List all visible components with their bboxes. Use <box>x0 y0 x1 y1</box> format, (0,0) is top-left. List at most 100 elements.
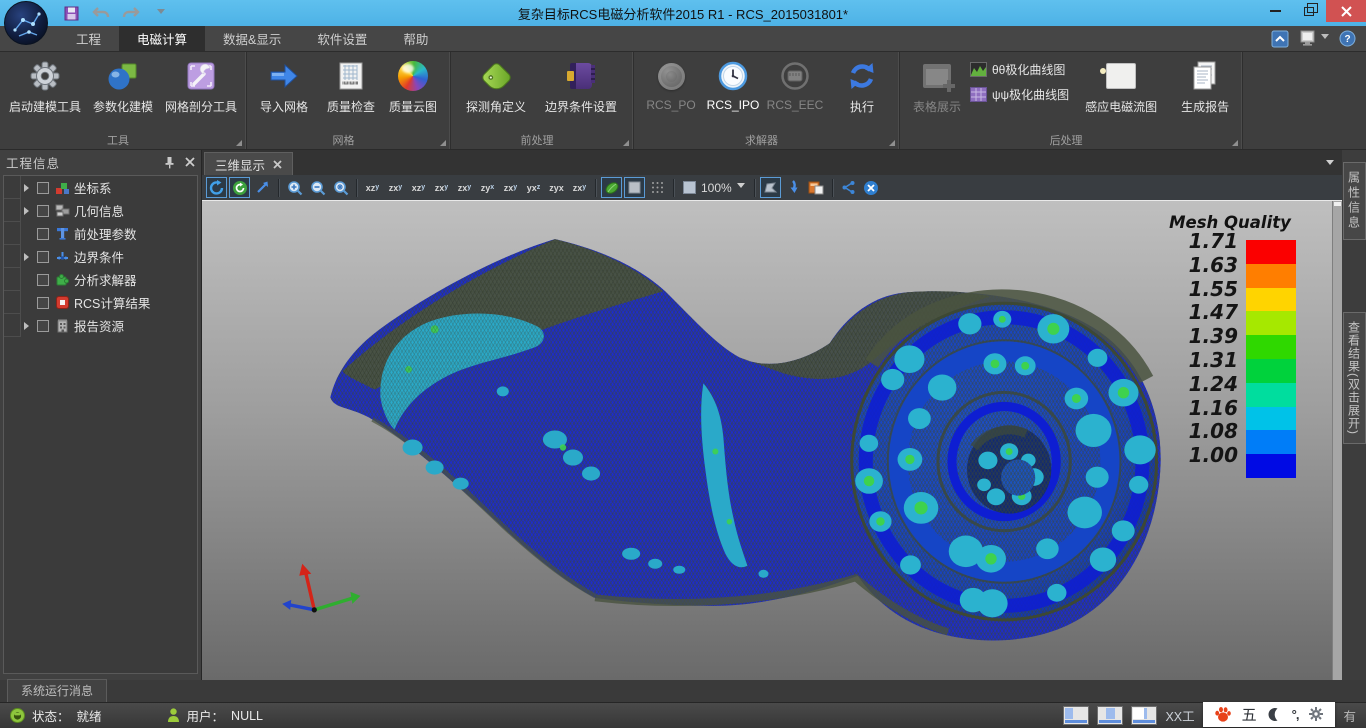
view-orientation-button[interactable]: xzy <box>408 177 429 198</box>
tree-checkbox[interactable] <box>37 297 49 309</box>
tree-item-geometry-info[interactable]: 几何信息 <box>4 199 197 222</box>
tree-item-coordinate-system[interactable]: 坐标系 <box>4 176 197 199</box>
expand-arrow-icon[interactable] <box>24 253 33 261</box>
button-label: 感应电磁流图 <box>1085 98 1157 115</box>
group-expand-icon[interactable] <box>889 140 895 146</box>
polygon-select-button[interactable] <box>760 177 781 198</box>
tree-item-preprocess-params[interactable]: 前处理参数 <box>4 222 197 245</box>
generate-report-button[interactable]: 生成报告 <box>1174 55 1236 115</box>
expand-arrow-icon[interactable] <box>24 322 33 330</box>
zoom-fit-button[interactable] <box>330 177 351 198</box>
display-mode-button[interactable] <box>1299 30 1329 47</box>
tree-checkbox[interactable] <box>37 228 49 240</box>
legend-color-band <box>1246 359 1296 383</box>
tab-3d-display[interactable]: 三维显示 <box>204 152 293 175</box>
ime-paw-icon[interactable] <box>1214 706 1232 723</box>
view-orientation-button[interactable]: zxy <box>431 177 452 198</box>
tab-property-info[interactable]: 属性信息 <box>1343 162 1366 240</box>
arrow-down-button[interactable] <box>783 177 804 198</box>
minimize-button[interactable] <box>1258 0 1292 22</box>
solver-rcs-po-button[interactable]: RCS_PO <box>640 55 702 112</box>
solver-rcs-ipo-button[interactable]: RCS_IPO <box>702 55 764 112</box>
view-orientation-button[interactable]: zxy <box>454 177 475 198</box>
close-button[interactable] <box>1326 0 1366 22</box>
tree-checkbox[interactable] <box>37 320 49 332</box>
refresh-view-button[interactable] <box>229 177 250 198</box>
expand-arrow-icon[interactable] <box>24 207 33 215</box>
window-copy-button[interactable] <box>806 177 827 198</box>
tab-close-icon[interactable] <box>273 160 282 169</box>
restore-button[interactable] <box>1292 0 1326 22</box>
tree-item-boundary-conditions[interactable]: 边界条件 <box>4 245 197 268</box>
view-orientation-button[interactable]: zxy <box>500 177 521 198</box>
layout-pane-middle-button[interactable] <box>1097 706 1123 725</box>
view-orientation-button[interactable]: zxy <box>569 177 590 198</box>
wrench-box-icon <box>184 59 218 93</box>
collapse-ribbon-button[interactable] <box>1271 30 1289 48</box>
view-orientation-button[interactable]: xzy <box>362 177 383 198</box>
shade-flat-button[interactable] <box>624 177 645 198</box>
boundary-condition-button[interactable]: 边界条件设置 <box>535 55 627 115</box>
tree-checkbox[interactable] <box>37 251 49 263</box>
solver-rcs-eec-button[interactable]: RCS_EEC <box>764 55 826 112</box>
view-orientation-button[interactable]: zyx <box>546 177 567 198</box>
ime-toolbar[interactable]: 五 °, <box>1203 702 1336 727</box>
cancel-button[interactable] <box>861 177 882 198</box>
pin-button[interactable] <box>164 156 175 169</box>
launch-modeling-tool-button[interactable]: 启动建模工具 <box>6 55 84 115</box>
ime-moon-icon[interactable] <box>1267 707 1282 722</box>
induced-current-map-button[interactable]: 感应电磁流图 <box>1073 55 1169 115</box>
button-label: θθ极化曲线图 <box>992 61 1065 78</box>
zoom-level-control[interactable]: 100% <box>679 181 749 195</box>
menu-tab-project[interactable]: 工程 <box>58 26 119 51</box>
expand-arrow-icon[interactable] <box>24 184 33 192</box>
panel-splitter[interactable] <box>1332 201 1342 680</box>
tab-view-results[interactable]: 查看结果(双击展开) <box>1343 312 1366 444</box>
view-orientation-button[interactable]: zyx <box>477 177 498 198</box>
layout-pane-left-button[interactable] <box>1063 706 1089 725</box>
share-link-button[interactable] <box>838 177 859 198</box>
probe-angle-button[interactable]: 探测角定义 <box>457 55 535 115</box>
execute-button[interactable]: 执行 <box>831 55 893 115</box>
menu-tab-help[interactable]: 帮助 <box>385 26 446 51</box>
pan-zoom-arrow-button[interactable] <box>252 177 273 198</box>
import-mesh-button[interactable]: 导入网格 <box>253 55 315 115</box>
group-expand-icon[interactable] <box>440 140 446 146</box>
tree-checkbox[interactable] <box>37 182 49 194</box>
rotate-orbit-button[interactable] <box>206 177 227 198</box>
tree-item-report-resources[interactable]: 报告资源 <box>4 314 197 337</box>
menu-tab-em-compute[interactable]: 电磁计算 <box>119 26 205 51</box>
panel-close-button[interactable] <box>185 157 195 167</box>
parametric-modeling-button[interactable]: 参数化建模 <box>84 55 162 115</box>
menu-tab-settings[interactable]: 软件设置 <box>299 26 385 51</box>
zoom-in-button[interactable] <box>284 177 305 198</box>
zoom-out-button[interactable] <box>307 177 328 198</box>
ime-settings-gear-icon[interactable] <box>1308 706 1324 722</box>
layout-pane-right-button[interactable] <box>1131 706 1157 725</box>
tab-list-dropdown-icon[interactable] <box>1326 160 1334 169</box>
view-orientation-button[interactable]: yxz <box>523 177 544 198</box>
tree-item-analysis-solver[interactable]: 分析求解器 <box>4 268 197 291</box>
psi-polarization-curve-button[interactable]: ψψ极化曲线图 <box>970 86 1069 103</box>
tab-system-messages[interactable]: 系统运行消息 <box>7 679 107 702</box>
app-logo[interactable] <box>4 1 48 45</box>
tree-checkbox[interactable] <box>37 274 49 286</box>
quality-cloud-button[interactable]: 质量云图 <box>382 55 444 115</box>
group-expand-icon[interactable] <box>1232 140 1238 146</box>
menu-tab-data-display[interactable]: 数据&显示 <box>205 26 299 51</box>
ime-punctuation-label[interactable]: °, <box>1292 707 1299 722</box>
help-button[interactable]: ? <box>1339 30 1356 47</box>
theta-polarization-curve-button[interactable]: θθ极化曲线图 <box>970 61 1069 78</box>
tree-checkbox[interactable] <box>37 205 49 217</box>
ime-scheme-label[interactable]: 五 <box>1242 704 1257 725</box>
group-expand-icon[interactable] <box>236 140 242 146</box>
table-display-button[interactable]: 表格展示 <box>906 55 968 115</box>
mesh-partition-tool-button[interactable]: 网格剖分工具 <box>162 55 240 115</box>
shade-leaf-button[interactable] <box>601 177 622 198</box>
view-orientation-button[interactable]: zxy <box>385 177 406 198</box>
wireframe-grid-button[interactable] <box>647 177 668 198</box>
quality-check-button[interactable]: 质量检查 <box>320 55 382 115</box>
tree-item-rcs-results[interactable]: RCS计算结果 <box>4 291 197 314</box>
group-expand-icon[interactable] <box>623 140 629 146</box>
viewport-3d-canvas[interactable]: Mesh Quality 1.711.631.551.471.391.311.2… <box>202 201 1332 680</box>
